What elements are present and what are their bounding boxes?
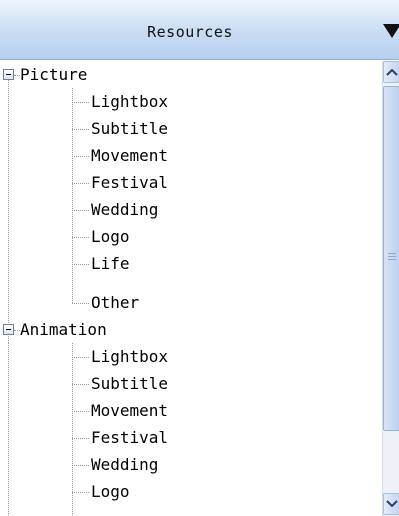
tree-item[interactable]: Subtitle: [91, 115, 168, 142]
tree-connector: [72, 343, 73, 516]
resources-panel: Resources Picture Lightbox Subtitle Move…: [0, 0, 399, 516]
tree-connector: [72, 357, 89, 358]
tree-item[interactable]: Lightbox: [91, 343, 168, 370]
chevron-up-icon[interactable]: [383, 61, 399, 83]
resources-header[interactable]: Resources: [0, 0, 399, 60]
tree-connector: [72, 492, 89, 493]
tree-connector: [72, 303, 89, 304]
tree-item[interactable]: Festival: [91, 169, 168, 196]
tree-item[interactable]: Festival: [91, 424, 168, 451]
tree-connector: [72, 237, 89, 238]
tree-group-animation[interactable]: Animation: [20, 316, 107, 343]
tree-item[interactable]: Subtitle: [91, 370, 168, 397]
tree-connector: [72, 411, 89, 412]
tree-connector: [8, 343, 9, 516]
tree-connector: [72, 102, 89, 103]
triangle-down-icon[interactable]: [383, 24, 399, 38]
tree-item[interactable]: Movement: [91, 397, 168, 424]
tree-connector: [72, 264, 89, 265]
tree-item[interactable]: Lightbox: [91, 88, 168, 115]
grip-icon: [388, 253, 396, 254]
tree-connector: [72, 210, 89, 211]
tree-item[interactable]: Life: [91, 250, 130, 277]
tree-connector: [72, 384, 89, 385]
tree-item[interactable]: Other: [91, 289, 139, 316]
tree-item[interactable]: Logo: [91, 478, 130, 505]
tree-connector: [72, 156, 89, 157]
tree-item[interactable]: Movement: [91, 142, 168, 169]
tree-connector: [72, 88, 73, 303]
tree-connector: [72, 438, 89, 439]
tree-connector: [8, 75, 9, 343]
chevron-down-icon[interactable]: [383, 493, 399, 515]
tree-item[interactable]: Wedding: [91, 196, 158, 223]
tree-item[interactable]: Wedding: [91, 451, 158, 478]
vertical-scrollbar[interactable]: [382, 61, 399, 516]
tree-connector: [72, 183, 89, 184]
header-title: Resources: [147, 23, 233, 41]
grip-icon: [388, 256, 396, 257]
tree-connector: [72, 129, 89, 130]
resource-tree: Picture Lightbox Subtitle Movement Festi…: [0, 61, 382, 516]
collapse-toggle-icon[interactable]: [3, 69, 14, 80]
tree-connector: [72, 465, 89, 466]
tree-group-picture[interactable]: Picture: [20, 61, 87, 88]
scrollbar-thumb[interactable]: [383, 86, 399, 431]
collapse-toggle-icon[interactable]: [3, 324, 14, 335]
tree-item[interactable]: Logo: [91, 223, 130, 250]
grip-icon: [388, 259, 396, 260]
